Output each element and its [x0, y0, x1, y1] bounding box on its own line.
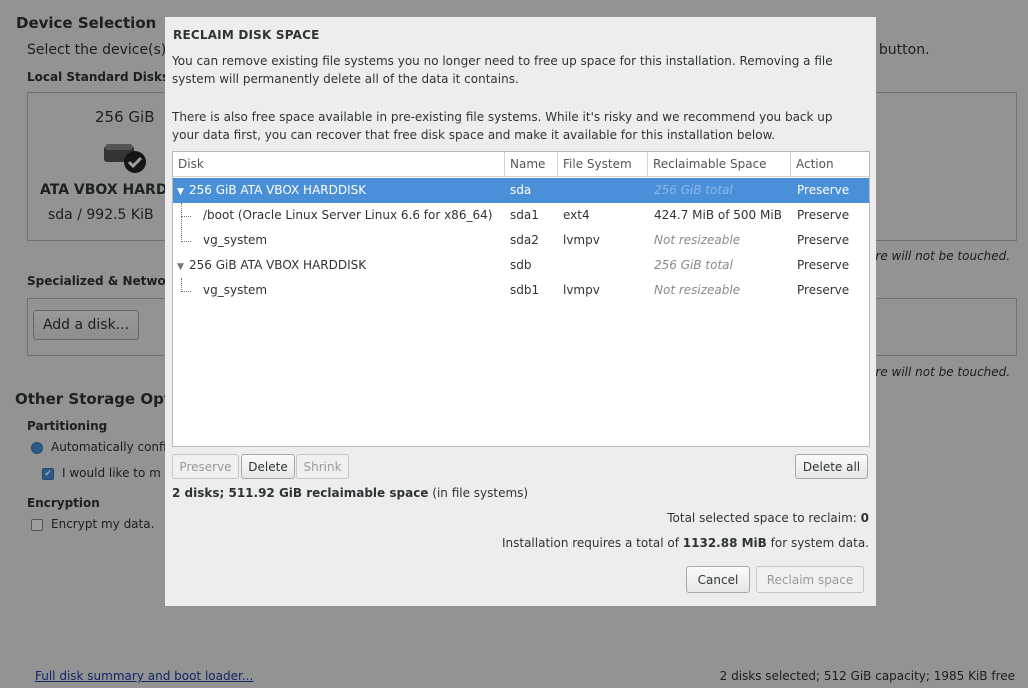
action-cell: Preserve — [797, 258, 850, 272]
summary-bold: 2 disks; 511.92 GiB reclaimable space — [172, 486, 429, 500]
installation-requires-line: Installation requires a total of 1132.88… — [502, 536, 869, 550]
tree-row-sdb[interactable]: ▼ 256 GiB ATA VBOX HARDDISK sdb 256 GiB t… — [173, 253, 869, 278]
reclaimable-cell: 424.7 MiB of 500 MiB — [654, 208, 782, 222]
tree-row-sdb1[interactable]: vg_system sdb1 lvmpv Not resizeable Pres… — [173, 278, 869, 303]
shrink-button[interactable]: Shrink — [296, 454, 349, 479]
total-selected-label: Total selected space to reclaim: — [667, 511, 861, 525]
dialog-description-2: There is also free space available in pr… — [172, 110, 833, 142]
action-cell: Preserve — [797, 183, 850, 197]
action-cell: Preserve — [797, 283, 850, 297]
requires-value: 1132.88 MiB — [682, 536, 767, 550]
reclaim-space-button[interactable]: Reclaim space — [756, 566, 864, 593]
expander-down-icon[interactable]: ▼ — [177, 255, 189, 280]
name-cell: sda2 — [510, 233, 539, 247]
delete-all-button[interactable]: Delete all — [795, 454, 868, 479]
action-cell: Preserve — [797, 233, 850, 247]
tree-connector — [181, 216, 191, 242]
disk-cell: vg_system — [203, 233, 268, 247]
dialog-title: RECLAIM DISK SPACE — [173, 28, 320, 42]
filesystem-cell: lvmpv — [563, 283, 600, 297]
cancel-button[interactable]: Cancel — [686, 566, 750, 593]
name-cell: sdb — [510, 258, 532, 272]
tree-row-sda2[interactable]: vg_system sda2 lvmpv Not resizeable Pres… — [173, 216, 869, 253]
disk-cell: ▼ 256 GiB ATA VBOX HARDDISK — [177, 253, 366, 278]
action-cell: Preserve — [797, 208, 850, 222]
disk-label: 256 GiB ATA VBOX HARDDISK — [189, 258, 367, 272]
reclaimable-cell: 256 GiB total — [654, 183, 733, 197]
disk-cell: vg_system — [203, 283, 268, 297]
column-header-name[interactable]: Name — [505, 152, 558, 176]
tree-row-sda[interactable]: ▼ 256 GiB ATA VBOX HARDDISK sda 256 GiB t… — [173, 178, 869, 203]
column-header-disk[interactable]: Disk — [173, 152, 505, 176]
preserve-button[interactable]: Preserve — [172, 454, 239, 479]
requires-suffix: for system data. — [766, 536, 869, 550]
disk-tree-view[interactable]: Disk Name File System Reclaimable Space … — [172, 151, 870, 447]
reclaimable-cell: 256 GiB total — [654, 258, 733, 272]
reclaimable-cell: Not resizeable — [654, 283, 741, 297]
total-selected-value: 0 — [860, 511, 869, 525]
filesystem-cell: ext4 — [563, 208, 590, 222]
delete-button[interactable]: Delete — [241, 454, 295, 479]
total-selected-line: Total selected space to reclaim: 0 — [667, 511, 869, 525]
reclaimable-summary: 2 disks; 511.92 GiB reclaimable space (i… — [172, 486, 528, 500]
dialog-description-1: You can remove existing file systems you… — [172, 54, 833, 86]
reclaim-disk-space-dialog: RECLAIM DISK SPACE You can remove existi… — [165, 17, 876, 606]
name-cell: sda1 — [510, 208, 539, 222]
expander-down-icon[interactable]: ▼ — [177, 180, 189, 205]
tree-connector — [181, 203, 191, 217]
disk-label: 256 GiB ATA VBOX HARDDISK — [189, 183, 367, 197]
column-header-filesystem[interactable]: File System — [558, 152, 648, 176]
column-header-action[interactable]: Action — [791, 152, 869, 176]
filesystem-cell: lvmpv — [563, 233, 600, 247]
disk-cell: ▼ 256 GiB ATA VBOX HARDDISK — [177, 178, 366, 203]
name-cell: sda — [510, 183, 532, 197]
reclaimable-cell: Not resizeable — [654, 233, 741, 247]
tree-connector — [181, 278, 191, 292]
summary-rest: (in file systems) — [428, 486, 529, 500]
name-cell: sdb1 — [510, 283, 540, 297]
requires-prefix: Installation requires a total of — [501, 536, 683, 550]
tree-row-sda1[interactable]: /boot (Oracle Linux Server Linux 6.6 for… — [173, 203, 869, 228]
tree-header: Disk Name File System Reclaimable Space … — [173, 152, 869, 177]
column-header-reclaimable[interactable]: Reclaimable Space — [648, 152, 791, 176]
disk-cell: /boot (Oracle Linux Server Linux 6.6 for… — [203, 208, 493, 222]
